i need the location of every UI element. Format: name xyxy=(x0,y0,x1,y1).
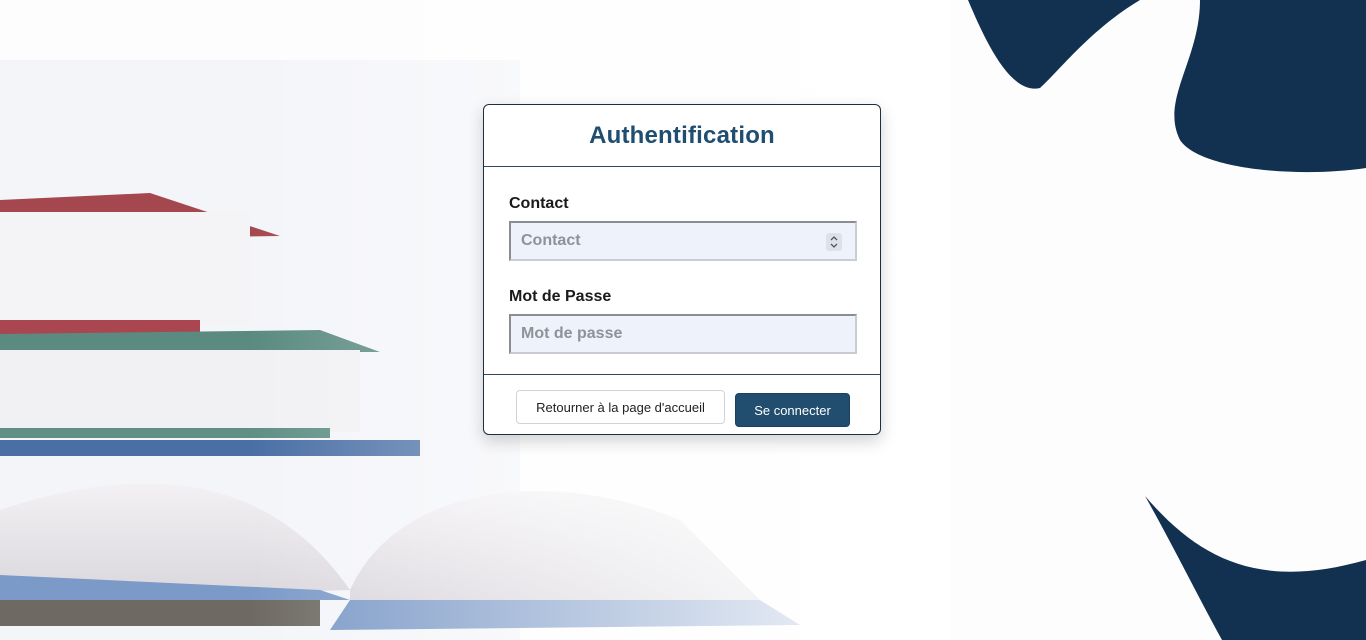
password-label: Mot de Passe xyxy=(509,288,612,305)
card-footer: Retourner à la page d'accueil Se connect… xyxy=(484,375,880,436)
card-header: Authentification xyxy=(484,105,880,167)
back-to-home-button[interactable]: Retourner à la page d'accueil xyxy=(516,390,725,424)
login-card: Authentification Contact Mot de Passe Re… xyxy=(483,104,881,435)
login-page: Authentification Contact Mot de Passe Re… xyxy=(0,0,1366,640)
password-input[interactable] xyxy=(509,314,857,354)
contact-input[interactable] xyxy=(509,221,857,261)
chevron-up-down-icon[interactable] xyxy=(826,233,842,251)
page-title: Authentification xyxy=(589,121,775,149)
login-form: Contact Mot de Passe xyxy=(484,167,880,375)
contact-label: Contact xyxy=(509,195,569,212)
login-button[interactable]: Se connecter xyxy=(735,393,850,427)
